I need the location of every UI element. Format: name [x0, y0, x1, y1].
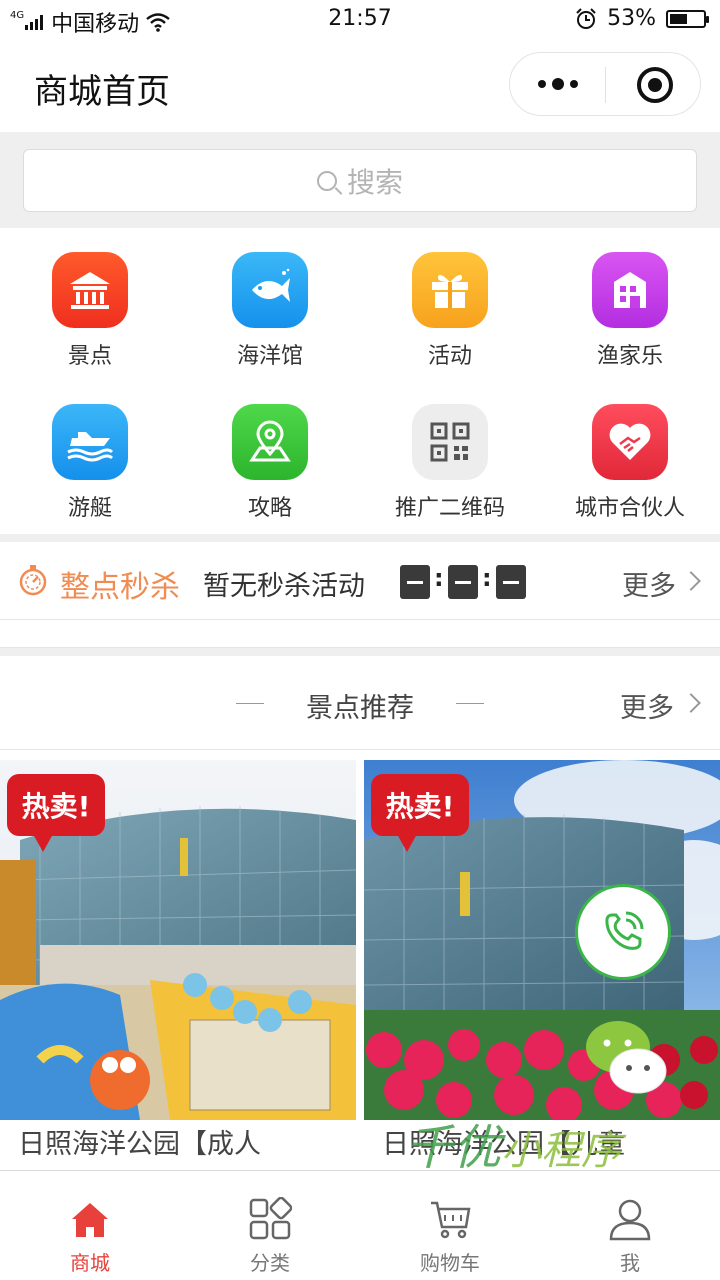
category-label: 渔家乐 — [596, 344, 663, 369]
close-mini-program-button[interactable] — [637, 67, 673, 103]
recommend-header: 景点推荐 更多 — [0, 656, 720, 750]
recommend-more-link[interactable]: 更多 — [620, 686, 674, 725]
temple-icon — [52, 252, 128, 328]
flash-sale-title: 整点秒杀 — [60, 570, 180, 605]
tab-label: 商城 — [70, 1251, 110, 1275]
section-divider — [0, 648, 720, 656]
battery-icon — [666, 9, 709, 28]
status-right: 53% — [575, 6, 709, 31]
countdown-hours — [400, 565, 430, 599]
category-label: 活动 — [427, 344, 472, 369]
flash-sale-message: 暂无秒杀活动 — [203, 571, 365, 602]
watermark-logo: 千优小程序 — [405, 1120, 622, 1176]
countdown-minutes — [448, 565, 478, 599]
countdown-separator: : — [482, 564, 492, 592]
tab-profile[interactable]: 我 — [540, 1171, 720, 1280]
hot-sale-badge: 热卖! — [7, 774, 105, 852]
tab-cart[interactable]: 购物车 — [360, 1171, 540, 1280]
flash-sale-list-empty — [0, 620, 720, 648]
yacht-icon — [52, 404, 128, 480]
more-menu-button[interactable] — [538, 71, 578, 97]
user-icon — [609, 1199, 651, 1241]
recommend-title: 景点推荐 — [306, 693, 414, 724]
hot-sale-badge: 热卖! — [371, 774, 469, 852]
category-label: 景点 — [67, 344, 112, 369]
product-image: 热卖! — [0, 760, 356, 1120]
search-placeholder: 搜索 — [346, 165, 403, 199]
home-icon — [72, 1203, 108, 1237]
capsule-divider — [605, 67, 606, 103]
nav-header: 商城首页 — [0, 38, 720, 132]
category-label: 城市合伙人 — [574, 496, 685, 521]
tab-category[interactable]: 分类 — [180, 1171, 360, 1280]
page-title: 商城首页 — [34, 72, 170, 112]
flash-sale-bar[interactable]: 整点秒杀 暂无秒杀活动 : : 更多 — [0, 542, 720, 620]
handshake-heart-icon — [592, 404, 668, 480]
category-aquarium[interactable]: 海洋馆 — [180, 252, 360, 402]
battery-percent: 53% — [607, 6, 656, 31]
category-label: 推广二维码 — [394, 496, 505, 521]
category-grid: 景点 海洋馆 活动 渔家乐 游艇 攻略 推广二维码 城市合伙人 — [0, 230, 720, 534]
category-city-partner[interactable]: 城市合伙人 — [540, 404, 720, 554]
bottom-tab-bar: 商城 分类 购物车 我 — [0, 1170, 720, 1280]
chevron-right-icon — [681, 571, 701, 591]
category-promo-qr[interactable]: 推广二维码 — [360, 404, 540, 554]
countdown-seconds — [496, 565, 526, 599]
category-icon — [249, 1197, 292, 1240]
product-title: 日照海洋公园【成人 — [18, 1129, 261, 1160]
house-icon — [592, 252, 668, 328]
tab-label: 我 — [620, 1251, 640, 1275]
status-bar: 4G 中国移动 21:57 53% — [0, 0, 720, 38]
category-events[interactable]: 活动 — [360, 252, 540, 402]
section-divider — [0, 534, 720, 542]
wechat-icon[interactable] — [584, 1015, 668, 1099]
category-label: 游艇 — [67, 496, 112, 521]
category-label: 海洋馆 — [236, 344, 303, 369]
search-icon — [316, 170, 337, 191]
category-scenic-spots[interactable]: 景点 — [0, 252, 180, 402]
category-yacht[interactable]: 游艇 — [0, 404, 180, 554]
stopwatch-icon — [19, 565, 47, 596]
product-card[interactable]: 热卖! 日照海洋公园【成人 — [0, 760, 356, 1170]
title-line-right — [456, 703, 484, 704]
mini-program-capsule — [509, 52, 701, 116]
countdown-separator: : — [434, 564, 444, 592]
category-guide[interactable]: 攻略 — [180, 404, 360, 554]
fish-icon — [232, 252, 308, 328]
tab-label: 购物车 — [420, 1251, 480, 1275]
gift-icon — [412, 252, 488, 328]
search-input[interactable]: 搜索 — [23, 149, 697, 212]
qr-code-icon — [412, 404, 488, 480]
cart-icon — [431, 1201, 471, 1239]
category-fisherman-stay[interactable]: 渔家乐 — [540, 252, 720, 402]
tab-label: 分类 — [250, 1251, 290, 1275]
alarm-icon — [576, 7, 596, 29]
flash-sale-more-link[interactable]: 更多 — [622, 564, 676, 603]
search-area: 搜索 — [0, 132, 720, 228]
category-label: 攻略 — [247, 496, 292, 521]
tab-mall[interactable]: 商城 — [0, 1171, 180, 1280]
map-pin-icon — [232, 404, 308, 480]
phone-call-button[interactable] — [575, 884, 671, 980]
phone-icon — [605, 911, 644, 950]
